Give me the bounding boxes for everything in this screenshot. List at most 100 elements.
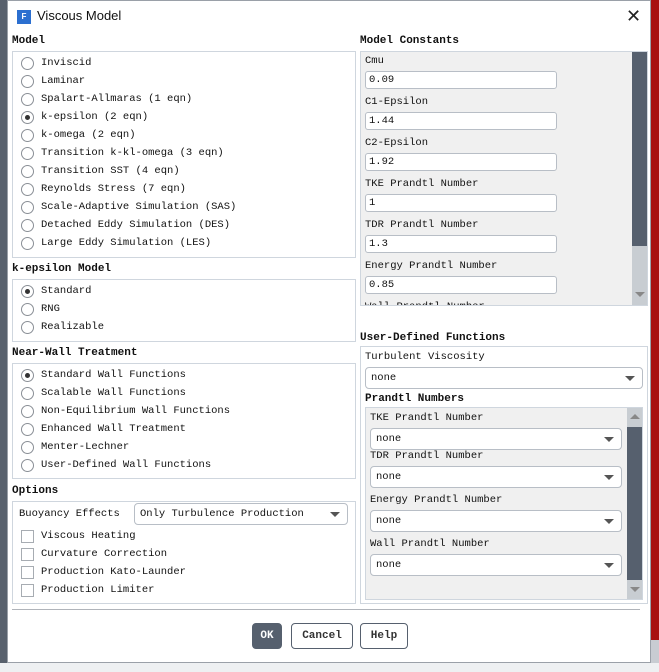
turbulent-viscosity-value: none [371, 372, 397, 384]
checkbox-option[interactable]: Production Limiter [21, 582, 154, 598]
prandtl-dropdown[interactable]: none [370, 428, 622, 450]
checkbox-label: Production Limiter [41, 584, 155, 596]
cancel-button[interactable]: Cancel [291, 623, 353, 649]
radio-label: Realizable [41, 321, 105, 333]
radio-option[interactable]: Laminar [21, 73, 85, 89]
constant-label: TKE Prandtl Number [365, 178, 479, 190]
checkbox-option[interactable]: Production Kato-Launder [21, 564, 186, 580]
radio-button[interactable] [21, 56, 34, 70]
radio-button[interactable] [21, 368, 34, 382]
radio-option[interactable]: RNG [21, 301, 60, 317]
constant-input[interactable]: 0.09 [365, 71, 557, 89]
constant-input[interactable]: 1.44 [365, 112, 557, 130]
prandtl-dropdown[interactable]: none [370, 510, 622, 532]
radio-option[interactable]: User-Defined Wall Functions [21, 457, 211, 473]
radio-button[interactable] [21, 92, 34, 106]
near-wall-treatment-label: Near-Wall Treatment [12, 347, 138, 359]
ok-button[interactable]: OK [252, 623, 282, 649]
scrollbar-thumb[interactable] [627, 427, 642, 580]
radio-option[interactable]: Realizable [21, 319, 104, 335]
radio-button[interactable] [21, 458, 34, 472]
radio-button[interactable] [21, 110, 34, 124]
chevron-down-icon [604, 563, 614, 568]
radio-option[interactable]: Reynolds Stress (7 eqn) [21, 181, 186, 197]
k-epsilon-model-label: k-epsilon Model [12, 263, 112, 275]
prandtl-label: TKE Prandtl Number [370, 412, 484, 424]
chevron-down-icon [330, 512, 340, 517]
radio-option[interactable]: Transition SST (4 eqn) [21, 163, 180, 179]
constant-label: Wall Prandtl Number [365, 301, 485, 305]
close-icon[interactable]: ✕ [626, 6, 641, 27]
checkbox-option[interactable]: Curvature Correction [21, 546, 167, 562]
scrollbar[interactable] [632, 52, 647, 305]
radio-option[interactable]: Detached Eddy Simulation (DES) [21, 217, 230, 233]
checkbox[interactable] [21, 565, 34, 579]
checkbox-label: Viscous Heating [41, 530, 136, 542]
radio-option[interactable]: Standard [21, 283, 91, 299]
radio-option[interactable]: Inviscid [21, 55, 91, 71]
radio-button[interactable] [21, 164, 34, 178]
radio-button[interactable] [21, 128, 34, 142]
turbulent-viscosity-label: Turbulent Viscosity [365, 351, 485, 363]
title-bar[interactable]: F Viscous Model ✕ [8, 1, 652, 33]
scroll-up-icon[interactable] [630, 414, 640, 419]
radio-button[interactable] [21, 218, 34, 232]
radio-option[interactable]: Large Eddy Simulation (LES) [21, 235, 211, 251]
constant-input[interactable]: 0.85 [365, 276, 557, 294]
app-icon: F [17, 10, 31, 24]
checkbox[interactable] [21, 529, 34, 543]
radio-option[interactable]: k-epsilon (2 eqn) [21, 109, 148, 125]
radio-button[interactable] [21, 182, 34, 196]
radio-label: Detached Eddy Simulation (DES) [41, 219, 231, 231]
scrollbar[interactable] [627, 408, 642, 599]
radio-label: Transition SST (4 eqn) [41, 165, 180, 177]
chevron-down-icon [625, 376, 635, 381]
chevron-down-icon [604, 519, 614, 524]
checkbox-label: Production Kato-Launder [41, 566, 186, 578]
near-wall-treatment-group: Standard Wall Functions Scalable Wall Fun… [12, 363, 356, 479]
radio-button[interactable] [21, 440, 34, 454]
radio-button[interactable] [21, 284, 34, 298]
radio-option[interactable]: Standard Wall Functions [21, 367, 186, 383]
radio-option[interactable]: k-omega (2 eqn) [21, 127, 136, 143]
options-group: Buoyancy Effects Only Turbulence Product… [12, 501, 356, 604]
radio-button[interactable] [21, 200, 34, 214]
constant-input[interactable]: 1 [365, 194, 557, 212]
checkbox-option[interactable]: Viscous Heating [21, 528, 136, 544]
help-button[interactable]: Help [360, 623, 408, 649]
radio-label: User-Defined Wall Functions [41, 459, 212, 471]
checkbox-label: Curvature Correction [41, 548, 168, 560]
radio-option[interactable]: Transition k-kl-omega (3 eqn) [21, 145, 224, 161]
constant-input[interactable]: 1.3 [365, 235, 557, 253]
checkbox[interactable] [21, 547, 34, 561]
scroll-down-icon[interactable] [635, 292, 645, 297]
separator [12, 609, 640, 610]
turbulent-viscosity-dropdown[interactable]: none [365, 367, 643, 389]
radio-option[interactable]: Enhanced Wall Treatment [21, 421, 186, 437]
radio-button[interactable] [21, 404, 34, 418]
radio-label: Inviscid [41, 57, 92, 69]
radio-button[interactable] [21, 320, 34, 334]
constant-input[interactable]: 1.92 [365, 153, 557, 171]
radio-option[interactable]: Non-Equilibrium Wall Functions [21, 403, 230, 419]
prandtl-dropdown[interactable]: none [370, 466, 622, 488]
radio-button[interactable] [21, 146, 34, 160]
chevron-down-icon [604, 437, 614, 442]
udf-group: Turbulent Viscosity none Prandtl Numbers… [360, 346, 648, 604]
radio-button[interactable] [21, 302, 34, 316]
prandtl-dropdown[interactable]: none [370, 554, 622, 576]
radio-button[interactable] [21, 422, 34, 436]
scrollbar-thumb[interactable] [632, 52, 647, 246]
radio-option[interactable]: Scale-Adaptive Simulation (SAS) [21, 199, 236, 215]
checkbox[interactable] [21, 583, 34, 597]
scroll-down-icon[interactable] [630, 587, 640, 592]
radio-button[interactable] [21, 236, 34, 250]
radio-option[interactable]: Scalable Wall Functions [21, 385, 186, 401]
radio-option[interactable]: Spalart-Allmaras (1 eqn) [21, 91, 192, 107]
prandtl-label: Energy Prandtl Number [370, 494, 503, 506]
options-label: Options [12, 485, 59, 497]
radio-button[interactable] [21, 74, 34, 88]
radio-option[interactable]: Menter-Lechner [21, 439, 129, 455]
buoyancy-effects-dropdown[interactable]: Only Turbulence Production [134, 503, 348, 525]
radio-button[interactable] [21, 386, 34, 400]
